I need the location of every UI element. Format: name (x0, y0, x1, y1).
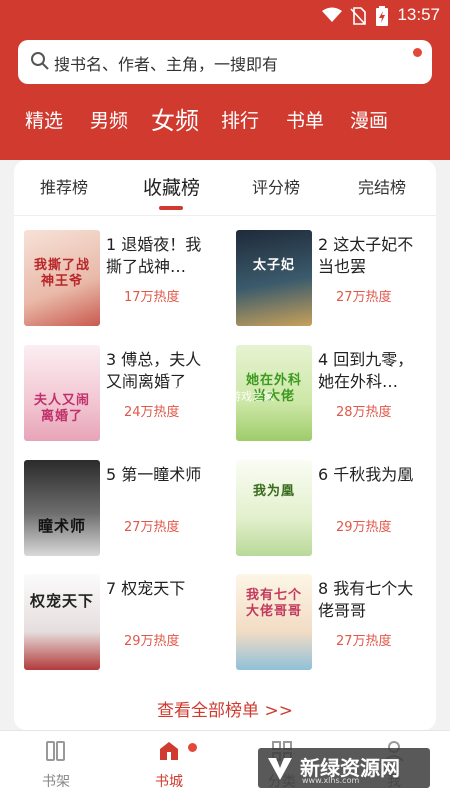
book-cover[interactable]: 我撕了战神王爷 (24, 230, 100, 326)
status-time: 13:57 (397, 5, 440, 24)
watermark-subtext: www.xlhs.com (302, 776, 360, 785)
book-heat: 27万热度 (336, 290, 392, 305)
ranking-card: 推荐榜 收藏榜 评分榜 完结榜 我撕了战神王爷 1 退婚夜！我撕了战神… 17万… (14, 160, 436, 730)
tab-bookshelf[interactable]: 书架 (26, 739, 86, 791)
book-title: 4 回到九零，她在外科… (318, 350, 414, 391)
book-heat: 28万热度 (336, 405, 392, 420)
book-item[interactable]: 权宠天下 7 权宠天下 29万热度 (24, 574, 224, 674)
wifi-icon (322, 7, 342, 27)
search-icon (30, 51, 50, 75)
book-cover[interactable]: 我为凰 (236, 460, 312, 556)
tab-label: 书城 (155, 774, 183, 790)
channel-tab-ranking[interactable]: 排行 (221, 106, 259, 133)
channel-tab-comics[interactable]: 漫画 (350, 106, 388, 133)
book-cover[interactable]: 太子妃 (236, 230, 312, 326)
cover-title: 太子妃 (252, 258, 295, 273)
book-title: 7 权宠天下 (106, 579, 186, 598)
rank-tab-rating[interactable]: 评分榜 (252, 174, 300, 198)
watermark-badge: 新绿资源网 www.xlhs.com (258, 748, 430, 788)
see-all-rankings-link[interactable]: 查看全部榜单 >> (14, 696, 436, 721)
channel-tab-female[interactable]: 女频 (151, 101, 199, 136)
book-cover[interactable]: 权宠天下 (24, 574, 100, 670)
search-placeholder: 搜书名、作者、主角，一搜即有 (54, 55, 279, 74)
book-title: 2 这太子妃不当也罢 (318, 235, 414, 276)
book-title: 1 退婚夜！我撕了战神… (106, 235, 202, 276)
rank-tab-recommended[interactable]: 推荐榜 (40, 174, 88, 198)
rank-tab-completed[interactable]: 完结榜 (358, 174, 406, 198)
book-item[interactable]: 我撕了战神王爷 1 退婚夜！我撕了战神… 17万热度 (24, 230, 224, 330)
tab-label: 书架 (42, 774, 70, 790)
cover-title: 瞳术师 (37, 517, 86, 535)
book-title: 6 千秋我为凰 (318, 465, 414, 484)
channel-tab-male[interactable]: 男频 (90, 106, 128, 133)
cover-title: 我为凰 (252, 484, 295, 499)
channel-tab-jingxuan[interactable]: 精选 (25, 106, 63, 133)
active-tab-indicator (159, 206, 183, 210)
rank-tab-favorites[interactable]: 收藏榜 (143, 173, 200, 200)
cover-title: 夫人又闹离婚了 (33, 393, 90, 424)
watermark-caption: 游戏之家 (230, 390, 274, 403)
cover-title: 我有七个大佬哥哥 (245, 588, 302, 619)
top-header: 13:57 搜书名、作者、主角，一搜即有 精选 男频 女频 排行 书单 漫画 (0, 0, 450, 160)
book-cover[interactable]: 瞳术师 (24, 460, 100, 556)
book-item[interactable]: 我有七个大佬哥哥 8 我有七个大佬哥哥 27万热度 (236, 574, 436, 674)
no-sim-icon (350, 7, 366, 29)
book-heat: 29万热度 (336, 520, 392, 535)
book-heat: 27万热度 (124, 520, 180, 535)
book-heat: 29万热度 (124, 634, 180, 649)
bookstore-icon (157, 742, 181, 767)
watermark-logo-icon (266, 754, 294, 786)
notification-dot (188, 743, 197, 752)
battery-charging-icon (376, 6, 388, 30)
status-bar: 13:57 (0, 0, 450, 32)
cover-title: 权宠天下 (30, 592, 95, 610)
book-heat: 27万热度 (336, 634, 392, 649)
book-title: 5 第一瞳术师 (106, 465, 202, 484)
book-item[interactable]: 我为凰 6 千秋我为凰 29万热度 (236, 460, 436, 560)
book-title: 8 我有七个大佬哥哥 (318, 579, 414, 620)
search-bar[interactable]: 搜书名、作者、主角，一搜即有 (18, 40, 432, 84)
cover-title: 我撕了战神王爷 (33, 258, 90, 289)
watermark-logo: K73 (170, 380, 218, 405)
notification-dot (413, 48, 422, 57)
book-cover[interactable]: 我有七个大佬哥哥 (236, 574, 312, 670)
book-cover[interactable]: 夫人又闹离婚了 (24, 345, 100, 441)
book-item[interactable]: 瞳术师 5 第一瞳术师 27万热度 (24, 460, 224, 560)
divider (14, 215, 436, 216)
channel-tab-booklist[interactable]: 书单 (286, 106, 324, 133)
book-item[interactable]: 太子妃 2 这太子妃不当也罢 27万热度 (236, 230, 436, 330)
book-heat: 17万热度 (124, 290, 180, 305)
channel-nav: 精选 男频 女频 排行 书单 漫画 (0, 100, 450, 140)
bookshelf-icon (44, 741, 68, 767)
